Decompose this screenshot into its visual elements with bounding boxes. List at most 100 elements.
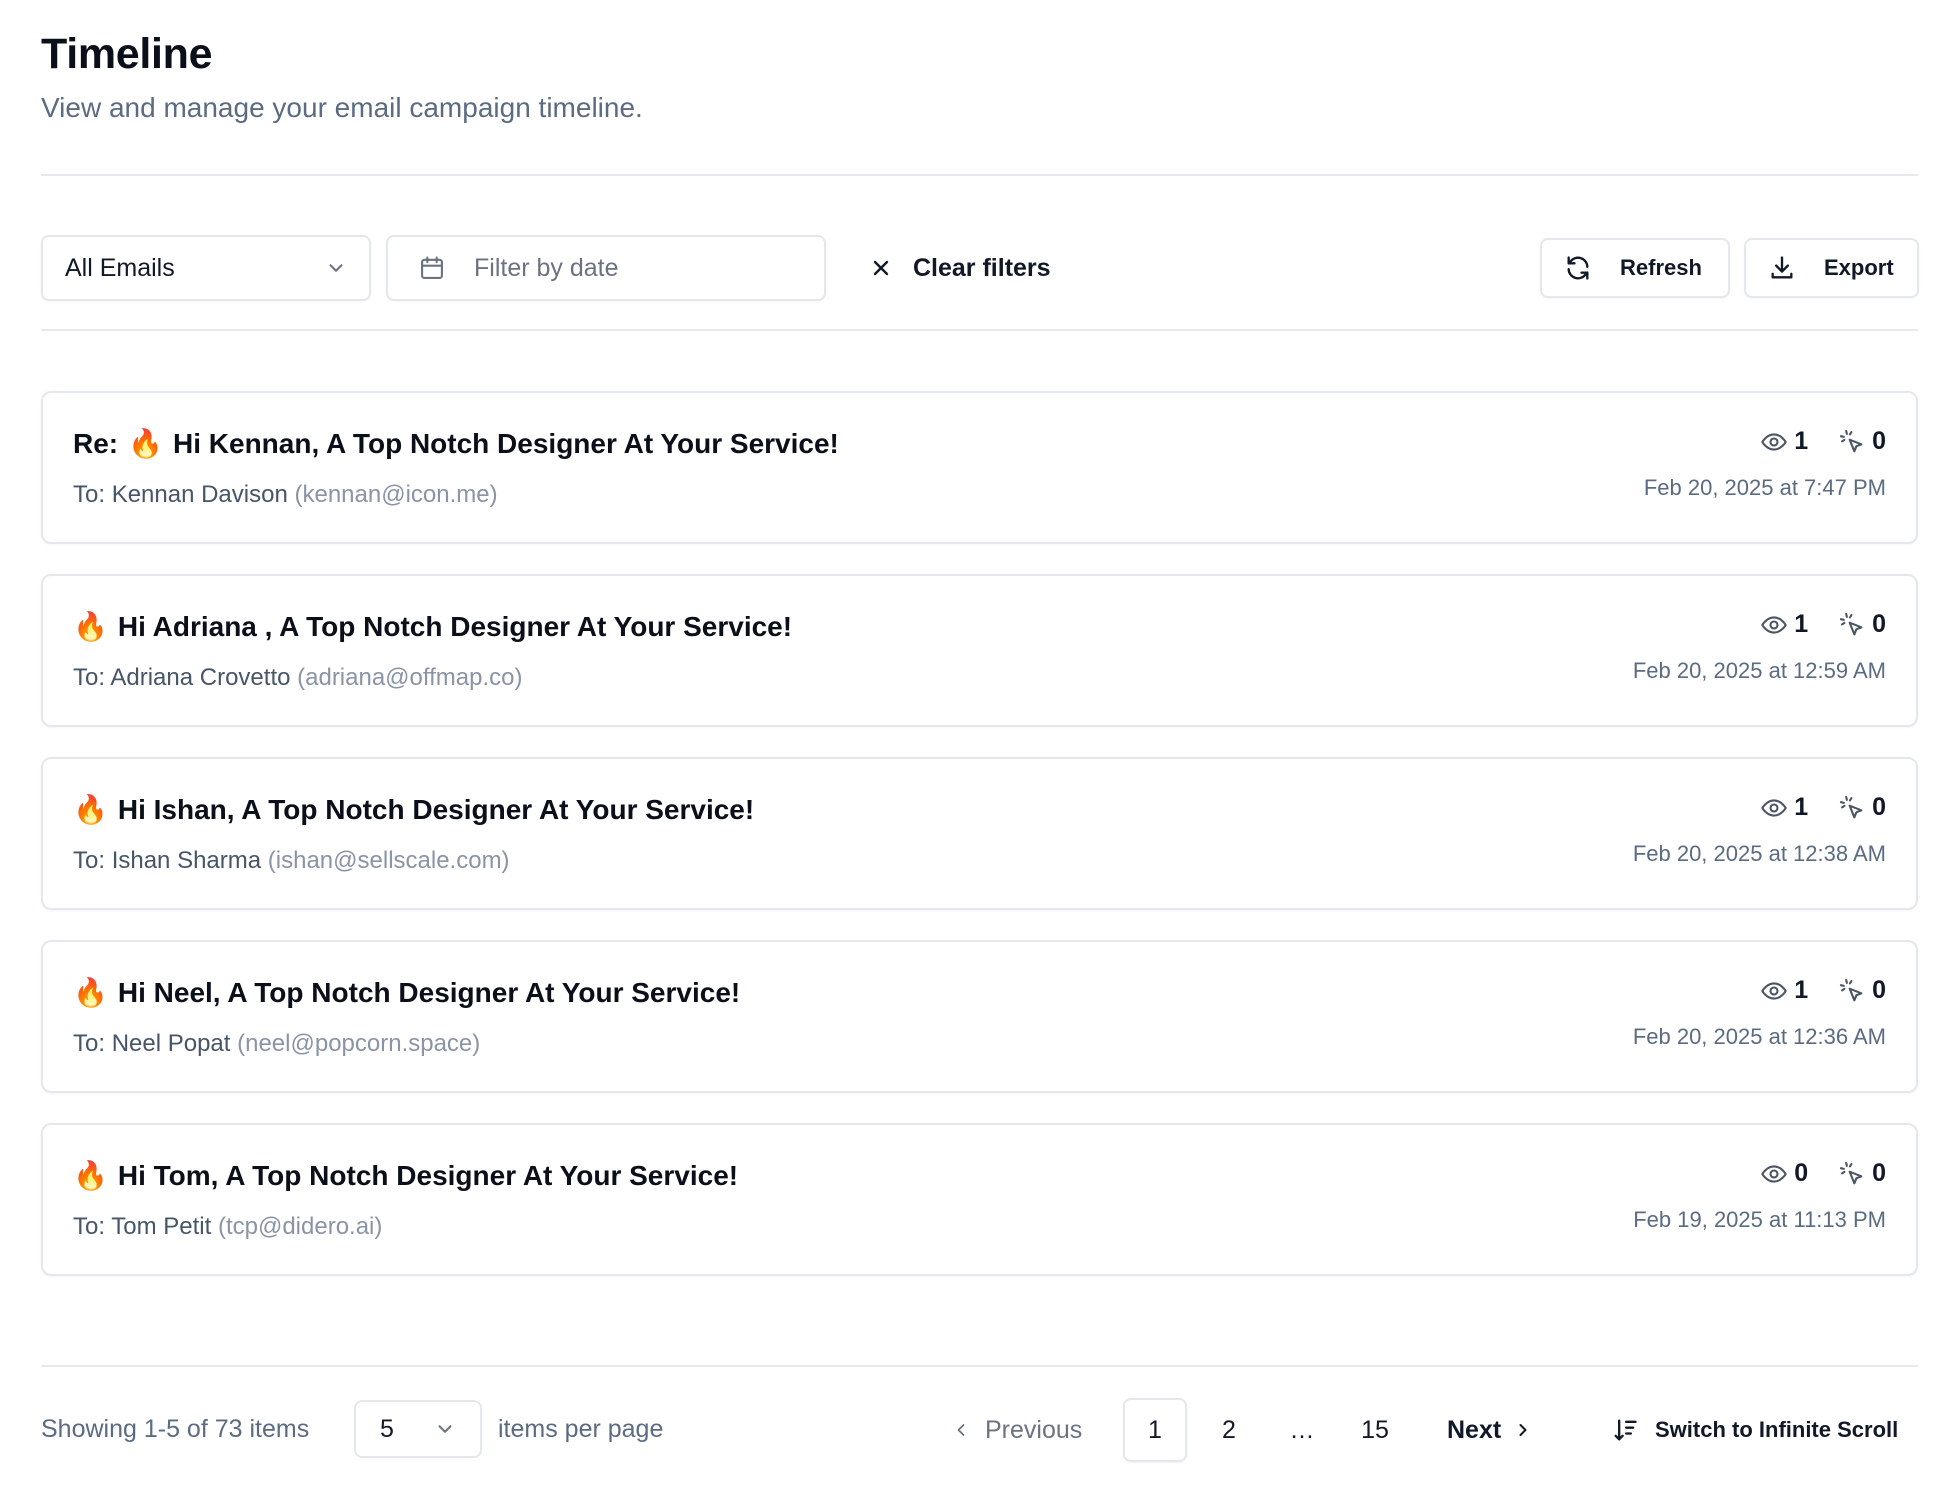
opens-count: 1 xyxy=(1794,976,1809,1004)
email-filter-select[interactable]: All Emails xyxy=(41,235,371,301)
email-subject: 🔥 Hi Adriana , A Top Notch Designer At Y… xyxy=(73,610,792,643)
recipient-name: Neel Popat xyxy=(111,1030,231,1057)
email-item[interactable]: 🔥 Hi Ishan, A Top Notch Designer At Your… xyxy=(41,757,1918,910)
page-button-2[interactable]: 2 xyxy=(1197,1398,1261,1462)
email-item[interactable]: 🔥 Hi Neel, A Top Notch Designer At Your … xyxy=(41,940,1918,1093)
opens-count: 1 xyxy=(1794,427,1809,455)
clicks-count: 0 xyxy=(1872,1159,1886,1187)
footer-divider xyxy=(41,1365,1918,1367)
switch-infinite-scroll-button[interactable]: Switch to Infinite Scroll xyxy=(1611,1410,1898,1450)
email-item[interactable]: 🔥 Hi Adriana , A Top Notch Designer At Y… xyxy=(41,574,1918,727)
eye-icon xyxy=(1760,611,1788,639)
download-icon xyxy=(1768,254,1796,282)
items-per-page-label: items per page xyxy=(498,1415,664,1443)
email-subject-text: Hi Ishan, A Top Notch Designer At Your S… xyxy=(117,793,755,825)
page-button-1[interactable]: 1 xyxy=(1123,1398,1187,1462)
email-subject-text: Hi Neel, A Top Notch Designer At Your Se… xyxy=(117,976,741,1008)
eye-icon xyxy=(1760,1160,1788,1188)
showing-count: Showing 1-5 of 73 items xyxy=(41,1415,310,1443)
recipient-email: (kennan@icon.me) xyxy=(294,481,498,508)
email-item[interactable]: 🔥 Hi Tom, A Top Notch Designer At Your S… xyxy=(41,1123,1918,1276)
clicks-stat: 0 xyxy=(1838,976,1886,1005)
opens-count: 0 xyxy=(1794,1159,1809,1187)
items-per-page-value: 5 xyxy=(380,1414,394,1443)
next-label: Next xyxy=(1447,1415,1502,1444)
cursor-click-icon xyxy=(1838,794,1866,822)
email-recipient: To: Ishan Sharma (ishan@sellscale.com) xyxy=(73,847,510,875)
previous-label: Previous xyxy=(985,1415,1083,1444)
clicks-count: 0 xyxy=(1872,793,1886,821)
page-button-15[interactable]: 15 xyxy=(1343,1398,1407,1462)
email-stats: 1 0 xyxy=(1760,610,1886,639)
next-page-button[interactable]: Next xyxy=(1447,1410,1533,1450)
previous-page-button[interactable]: Previous xyxy=(951,1410,1082,1450)
eye-icon xyxy=(1760,794,1788,822)
email-subject-text: Hi Adriana , A Top Notch Designer At You… xyxy=(117,610,793,642)
cursor-click-icon xyxy=(1838,611,1866,639)
calendar-icon xyxy=(418,254,446,282)
filter-divider xyxy=(41,329,1918,331)
email-timestamp: Feb 20, 2025 at 7:47 PM xyxy=(1643,475,1886,500)
clicks-stat: 0 xyxy=(1838,427,1886,456)
cursor-click-icon xyxy=(1838,977,1866,1005)
export-label: Export xyxy=(1824,255,1894,280)
recipient-prefix: To: xyxy=(73,481,106,508)
email-stats: 0 0 xyxy=(1760,1159,1886,1188)
export-button[interactable]: Export xyxy=(1744,238,1919,298)
page-subtitle: View and manage your email campaign time… xyxy=(41,92,643,123)
header-divider xyxy=(41,174,1918,176)
recipient-prefix: To: xyxy=(73,1213,106,1240)
recipient-prefix: To: xyxy=(73,664,106,691)
email-stats: 1 0 xyxy=(1760,427,1886,456)
email-subject: 🔥 Hi Tom, A Top Notch Designer At Your S… xyxy=(73,1159,738,1192)
email-recipient: To: Adriana Crovetto (adriana@offmap.co) xyxy=(73,664,523,692)
recipient-email: (ishan@sellscale.com) xyxy=(267,847,510,874)
cursor-click-icon xyxy=(1838,428,1866,456)
email-recipient: To: Neel Popat (neel@popcorn.space) xyxy=(73,1030,480,1058)
switch-infinite-scroll-label: Switch to Infinite Scroll xyxy=(1655,1417,1899,1442)
email-subject: 🔥 Hi Neel, A Top Notch Designer At Your … xyxy=(73,976,740,1009)
chevron-right-icon xyxy=(1513,1420,1533,1440)
date-filter-input[interactable]: Filter by date xyxy=(386,235,826,301)
recipient-email: (adriana@offmap.co) xyxy=(297,664,523,691)
email-subject-text: Hi Tom, A Top Notch Designer At Your Ser… xyxy=(117,1159,739,1191)
opens-count: 1 xyxy=(1794,610,1809,638)
clicks-stat: 0 xyxy=(1838,610,1886,639)
items-per-page-select[interactable]: 5 xyxy=(354,1400,482,1458)
email-stats: 1 0 xyxy=(1760,793,1886,822)
clicks-count: 0 xyxy=(1872,976,1886,1004)
opens-stat: 1 xyxy=(1760,976,1808,1005)
sort-descending-icon xyxy=(1611,1416,1639,1444)
email-subject-text: Hi Kennan, A Top Notch Designer At Your … xyxy=(173,427,839,459)
chevron-down-icon xyxy=(325,257,347,279)
clear-filters-button[interactable]: Clear filters xyxy=(869,240,1051,296)
recipient-name: Kennan Davison xyxy=(111,481,288,508)
clicks-stat: 0 xyxy=(1838,1159,1886,1188)
recipient-name: Adriana Crovetto xyxy=(110,664,291,691)
recipient-email: (neel@popcorn.space) xyxy=(237,1030,481,1057)
eye-icon xyxy=(1760,428,1788,456)
refresh-icon xyxy=(1564,254,1592,282)
refresh-label: Refresh xyxy=(1620,255,1702,280)
pagination-ellipsis: … xyxy=(1289,1415,1315,1444)
clear-filters-label: Clear filters xyxy=(913,253,1051,282)
recipient-prefix: To: xyxy=(73,847,106,874)
fire-icon: 🔥 xyxy=(73,1160,108,1191)
email-recipient: To: Kennan Davison (kennan@icon.me) xyxy=(73,481,498,509)
email-item[interactable]: Re: 🔥 Hi Kennan, A Top Notch Designer At… xyxy=(41,391,1918,544)
email-timestamp: Feb 20, 2025 at 12:59 AM xyxy=(1632,658,1886,683)
recipient-prefix: To: xyxy=(73,1030,106,1057)
recipient-name: Ishan Sharma xyxy=(111,847,262,874)
email-stats: 1 0 xyxy=(1760,976,1886,1005)
fire-icon: 🔥 xyxy=(73,977,108,1008)
email-subject: Re: 🔥 Hi Kennan, A Top Notch Designer At… xyxy=(73,427,839,460)
recipient-name: Tom Petit xyxy=(111,1213,212,1240)
clicks-count: 0 xyxy=(1872,610,1886,638)
chevron-down-icon xyxy=(434,1418,456,1440)
refresh-button[interactable]: Refresh xyxy=(1540,238,1730,298)
recipient-email: (tcp@didero.ai) xyxy=(217,1213,383,1240)
close-icon xyxy=(869,256,893,280)
opens-count: 1 xyxy=(1794,793,1809,821)
fire-icon: 🔥 xyxy=(128,428,163,459)
page-title: Timeline xyxy=(41,30,213,78)
